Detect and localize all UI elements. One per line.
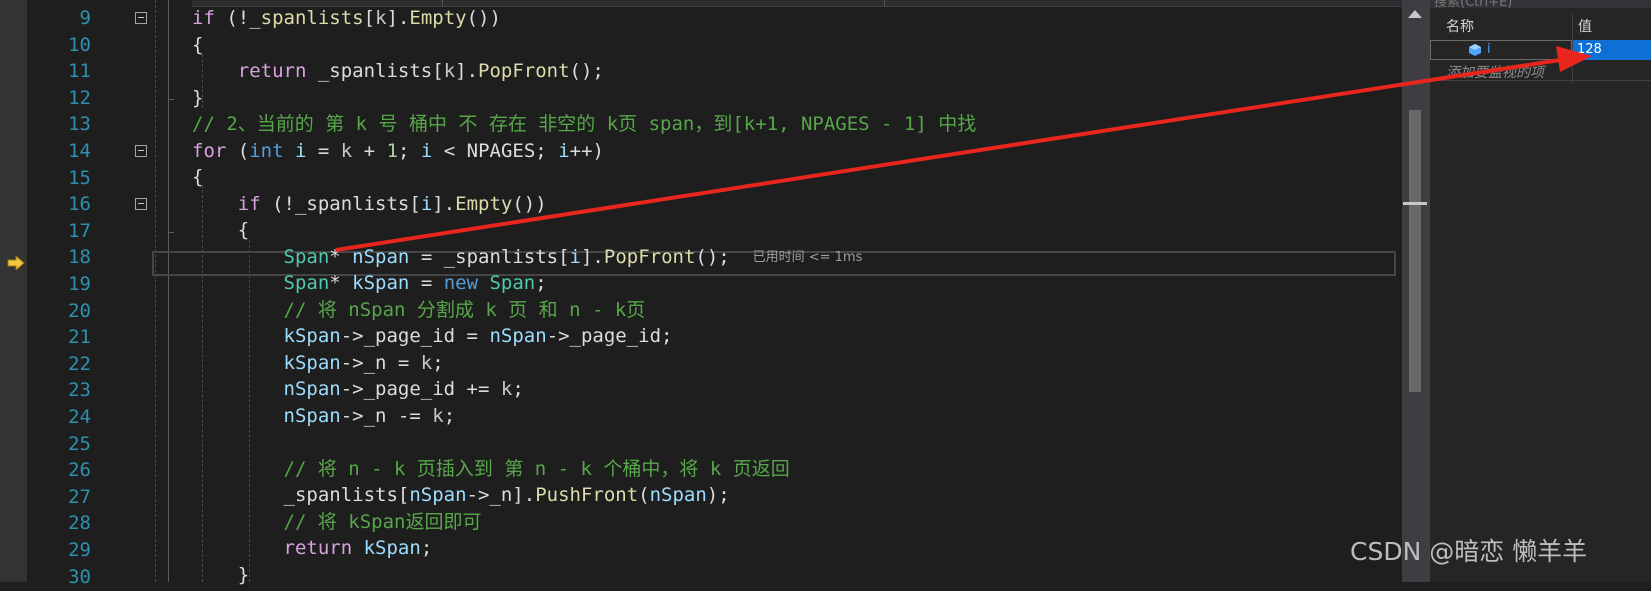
fold-end-tick — [168, 98, 174, 100]
code-line-24: nSpan->_n -= k; — [283, 405, 456, 427]
add-watch-item-input[interactable]: 添加要监视的项 — [1446, 62, 1544, 82]
line-number: 12 — [68, 86, 91, 109]
line-number: 26 — [68, 459, 91, 482]
code-line-22: kSpan->_n = k; — [283, 352, 444, 374]
watch-row[interactable]: i 128 — [1430, 40, 1651, 60]
watch-search-bar[interactable]: 搜索(Ctrl+E) — [1430, 0, 1651, 10]
line-number-row: 17 — [27, 218, 192, 245]
indent-guide — [155, 0, 156, 582]
line-number-row: 26 — [27, 457, 192, 484]
editor-vertical-scrollbar[interactable] — [1402, 0, 1428, 582]
indicator-margin[interactable] — [0, 0, 27, 582]
line-number: 28 — [68, 512, 91, 535]
line-number: 30 — [68, 565, 91, 588]
line-number: 29 — [68, 539, 91, 561]
line-number-row: 23 — [27, 377, 192, 404]
code-line-23: nSpan->_page_id += k; — [283, 378, 524, 400]
line-number-row: 27 — [27, 484, 192, 511]
line-number: 9 — [79, 7, 91, 29]
line-number: 15 — [68, 166, 91, 189]
code-line-14: for (int i = k + 1; i < NPAGES; i++) — [192, 140, 604, 162]
line-number: 17 — [68, 219, 91, 242]
variable-icon — [1469, 44, 1481, 56]
line-number: 22 — [68, 352, 91, 375]
scrollbar-position-marker — [1403, 202, 1427, 205]
line-number-row: 12 — [27, 85, 192, 112]
line-number: 25 — [68, 432, 91, 455]
watermark: CSDN @暗恋 懒羊羊 — [1350, 537, 1588, 566]
code-line-27: _spanlists[nSpan->_n].PushFront(nSpan); — [192, 484, 730, 506]
line-number-row: 24 — [27, 404, 192, 431]
column-header-value[interactable]: 值 — [1578, 16, 1592, 36]
code-line-13: // 2、当前的 第 k 号 桶中 不 存在 非空的 k页 span，到[k+1… — [192, 113, 977, 135]
line-number: 11 — [68, 60, 91, 83]
watch-name-cell[interactable]: i — [1430, 40, 1572, 60]
line-number: 24 — [68, 406, 91, 428]
line-number-row: 30 — [27, 564, 192, 591]
code-line-20: // 将 nSpan 分割成 k 页 和 n - k页 — [283, 299, 646, 321]
watch-row-divider — [1430, 80, 1651, 81]
code-line-11: return _spanlists[k].PopFront(); — [237, 60, 604, 82]
line-number-row: 20 — [27, 298, 192, 325]
code-line-21: kSpan->_page_id = nSpan->_page_id; — [283, 325, 673, 347]
code-line-17: { — [192, 219, 250, 241]
line-number-row: 25 — [27, 431, 192, 458]
line-number-row: 9 — [27, 5, 192, 32]
column-header-name[interactable]: 名称 — [1446, 16, 1474, 36]
collapse-region-icon[interactable] — [135, 12, 147, 24]
code-line-10: { — [192, 34, 204, 56]
line-number-row: 16 — [27, 191, 192, 218]
line-number: 23 — [68, 379, 91, 402]
line-number: 10 — [68, 33, 91, 56]
line-number-row: 15 — [27, 165, 192, 192]
line-number-row: 13 — [27, 111, 192, 138]
line-number: 18 — [68, 246, 91, 269]
watch-search-input[interactable]: 搜索(Ctrl+E) — [1434, 0, 1512, 10]
line-number-row: 22 — [27, 351, 192, 378]
watch-value-cell[interactable]: 128 — [1573, 40, 1651, 60]
visual-studio-debugger: 9 10 11 12 13 14 15 16 17 18 19 20 21 22 23 24 25 26 27 28 2… — [0, 0, 1651, 587]
watch-column-header: 名称 值 — [1430, 14, 1651, 84]
code-line-15: { — [192, 166, 204, 188]
line-number: 14 — [68, 140, 91, 162]
collapse-region-icon[interactable] — [135, 145, 147, 157]
code-line-26: // 将 n - k 页插入到 第 n - k 个桶中，将 k 页返回 — [283, 458, 790, 480]
watch-window: 搜索(Ctrl+E) 名称 值 i 128 添加要监视的项 — [1428, 0, 1651, 582]
line-number-row: 11 — [27, 58, 192, 85]
watch-variable-value: 128 — [1577, 42, 1602, 57]
execution-pointer-icon — [7, 256, 25, 270]
line-number: 13 — [68, 113, 91, 136]
code-line-28: // 将 kSpan返回即可 — [283, 511, 482, 533]
line-number-gutter: 9 10 11 12 13 14 15 16 17 18 19 20 21 22 23 24 25 26 27 28 2… — [27, 0, 192, 587]
code-line-16: if (!_spanlists[i].Empty()) — [237, 193, 547, 215]
scrollbar-thumb[interactable] — [1409, 110, 1421, 392]
line-number-row: 29 — [27, 537, 192, 564]
fold-end-tick — [168, 231, 174, 233]
line-number-row: 21 — [27, 324, 192, 351]
line-number: 19 — [68, 273, 91, 295]
collapse-region-icon[interactable] — [135, 198, 147, 211]
code-line-9: if (!_spanlists[k].Empty()) — [192, 7, 501, 29]
line-number-row: 10 — [27, 32, 192, 59]
code-editor[interactable]: if (!_spanlists[k].Empty()) { return _sp… — [152, 0, 1402, 586]
code-line-30: } — [192, 564, 250, 586]
perf-tip[interactable]: 已用时间 <= 1ms — [753, 250, 863, 265]
line-number: 27 — [68, 485, 91, 508]
line-number-row: 14 — [27, 138, 192, 165]
watch-variable-name: i — [1487, 42, 1491, 57]
code-line-12: } — [192, 87, 204, 109]
code-line-18: Span* nSpan = _spanlists[i].PopFront(); … — [283, 246, 863, 268]
code-line-29: return kSpan; — [283, 537, 433, 559]
line-number: 20 — [68, 299, 91, 322]
line-number: 21 — [68, 326, 91, 349]
line-number-row: 28 — [27, 510, 192, 537]
scroll-up-arrow-icon[interactable] — [1408, 10, 1422, 18]
code-line-19: Span* kSpan = new Span; — [283, 272, 547, 294]
line-number: 16 — [68, 193, 91, 216]
